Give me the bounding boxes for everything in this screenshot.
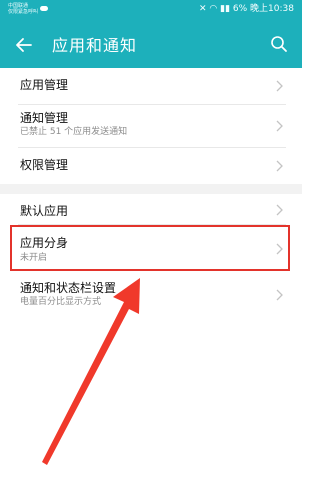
item-subtitle: 电量百分比显示方式	[20, 297, 102, 307]
page-title: 应用和通知	[52, 36, 138, 55]
settings-item-permission-management[interactable]: 权限管理	[0, 148, 302, 184]
settings-item-default-apps[interactable]: 默认应用	[0, 194, 302, 224]
chevron-right-icon	[276, 120, 283, 132]
app-bar: 应用和通知	[0, 26, 302, 66]
status-bar: 中国联通 仅限紧急呼叫 ✕ ◠ ▮▮ 6% 晚上10:38	[0, 0, 302, 18]
settings-item-app-management[interactable]: 应用管理	[0, 68, 302, 104]
chevron-right-icon	[276, 160, 283, 172]
battery-time: 6% 晚上10:38	[232, 4, 294, 14]
highlight-box	[10, 225, 290, 271]
app-header: 中国联通 仅限紧急呼叫 ✕ ◠ ▮▮ 6% 晚上10:38 应用和通知	[0, 0, 302, 68]
carrier-text: 中国联通 仅限紧急呼叫	[8, 3, 38, 15]
item-label: 默认应用	[20, 204, 69, 218]
chevron-right-icon	[276, 204, 283, 216]
back-arrow-icon[interactable]	[14, 35, 34, 55]
section-gap	[0, 184, 302, 194]
carrier-status: 仅限紧急呼叫	[8, 9, 39, 15]
settings-item-notification-statusbar[interactable]: 通知和状态栏设置 电量百分比显示方式	[0, 273, 302, 315]
search-icon[interactable]	[270, 35, 288, 53]
chevron-right-icon	[276, 80, 283, 92]
item-label: 应用管理	[20, 78, 69, 92]
item-label: 通知管理	[20, 111, 69, 125]
settings-item-notification-management[interactable]: 通知管理 已禁止 51 个应用发送通知	[0, 105, 302, 147]
item-subtitle: 已禁止 51 个应用发送通知	[20, 127, 128, 137]
status-icons: ✕ ◠ ▮▮	[199, 4, 233, 14]
chevron-right-icon	[276, 289, 283, 301]
item-label: 通知和状态栏设置	[20, 281, 117, 295]
status-right: ✕ ◠ ▮▮ 6% 晚上10:38	[199, 4, 294, 14]
cloud-icon	[40, 6, 48, 11]
item-label: 权限管理	[20, 158, 69, 172]
